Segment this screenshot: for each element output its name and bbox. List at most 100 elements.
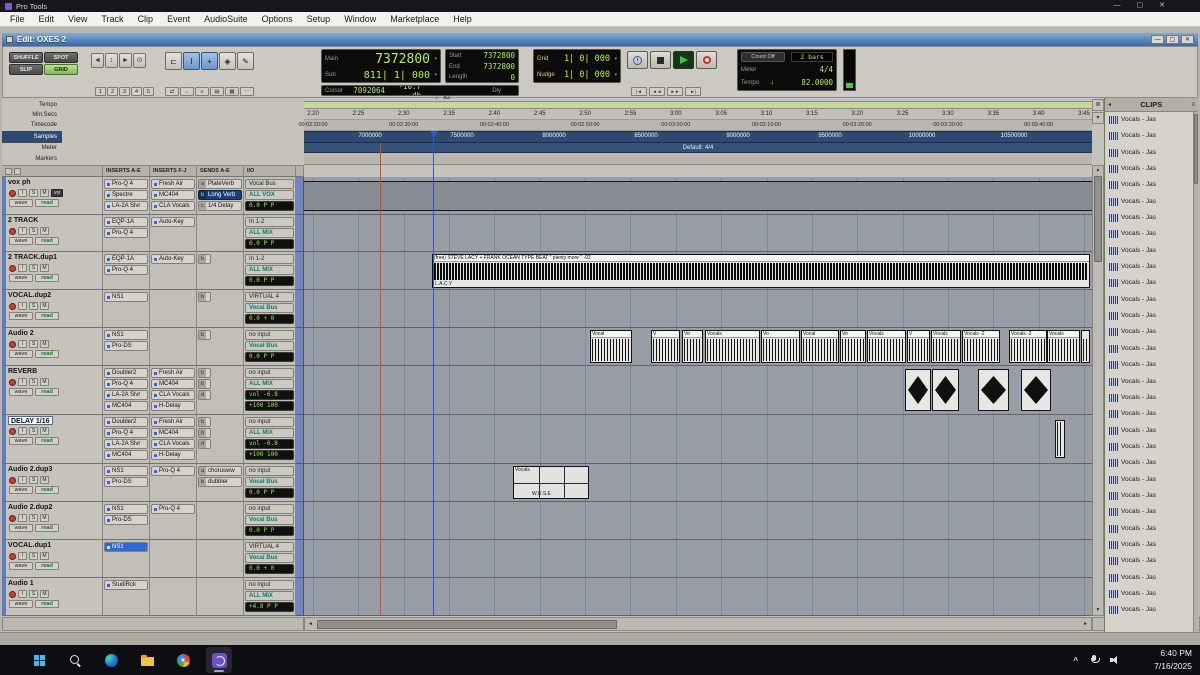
clip-vocal[interactable]: Vocals [931,330,961,363]
zoom-preset-5[interactable]: 5 [143,87,154,96]
online-button[interactable] [627,51,648,69]
edit-option-button-3[interactable]: ≡ [195,87,209,96]
edit-close-button[interactable]: ✕ [1181,35,1194,44]
tracklist-menu-icon[interactable] [5,168,12,175]
automation-mode-button[interactable]: read [35,600,59,608]
grid-label[interactable]: Grid [537,56,563,62]
input-monitor-button[interactable]: I [18,264,27,272]
track-view-selector[interactable]: wave [9,388,33,396]
chrome-button[interactable] [170,647,196,673]
clips-list-item[interactable]: Vocals - Jas [1105,324,1193,340]
menu-setup[interactable]: Setup [300,14,338,24]
input-monitor-button[interactable]: I [18,302,27,310]
mute-button[interactable]: M [40,264,49,272]
insert-cla-vocals[interactable]: CLA Vocals [151,439,195,449]
horizontal-scrollbar[interactable]: ◄ ► [304,617,1092,631]
spot-mode-button[interactable]: SPOT [44,52,78,63]
insert-pro-q-4[interactable]: Pro-Q 4 [104,379,148,389]
input-monitor-button[interactable]: I [18,227,27,235]
automation-mode-button[interactable]: read [35,437,59,445]
minsecs-ruler[interactable] [304,110,1092,120]
close-button[interactable]: ✕ [1159,0,1165,12]
edit-option-button-5[interactable]: ▦ [225,87,239,96]
clips-list-item[interactable]: Vocals - Jas [1105,390,1193,406]
io-input-path[interactable]: VIRTUAL 4 [245,292,294,302]
clip-reverb[interactable] [978,369,1009,411]
mute-button[interactable]: M [40,378,49,386]
zoom-vertical-icon[interactable]: ↕ [105,53,118,68]
tempo-change-marker[interactable]: ♩ 82 [435,94,451,101]
clips-list-item[interactable]: Vocals - Jas [1105,406,1193,422]
clips-list-item[interactable]: Vocals - Jas [1105,357,1193,373]
io-output-path[interactable]: Vocal Bus [245,515,294,525]
meter-value[interactable]: 4/4 [767,65,833,74]
insert-pro-q-4[interactable]: Pro-Q 4 [104,179,148,189]
track-header-vocal-dup1[interactable]: VOCAL.dup1 I S Mwave read [2,540,103,578]
solo-button[interactable]: S [29,427,38,435]
insert-mc404[interactable]: MC404 [151,379,195,389]
insert-pro-q-4[interactable]: Pro-Q 4 [104,265,148,275]
clip-vocal[interactable]: Vocals [705,330,760,363]
scroll-down-icon[interactable]: ▼ [1093,606,1103,615]
insert-pro-ds[interactable]: Pro-DS [104,515,148,525]
clips-list-item[interactable]: Vocals - Jas [1105,259,1193,275]
count-off-button[interactable]: Count Off [741,51,785,62]
ruler-view-button[interactable]: ≣ [1092,99,1104,111]
send-dubbler[interactable]: b dubbler [198,477,242,487]
input-monitor-button[interactable]: I [18,552,27,560]
io-output-path[interactable]: ALL MIX [245,379,294,389]
insert-pro-ds[interactable]: Pro-DS [104,341,148,351]
samples-ruler[interactable] [304,131,1092,143]
io-input-path[interactable]: no input [245,417,294,427]
solo-button[interactable]: S [29,189,38,197]
ruler-label-timecode[interactable]: Timecode [2,120,62,131]
length-value[interactable]: 0 [475,73,515,82]
send-long-verb[interactable]: b Long Verb [198,190,242,200]
send-chorusww[interactable]: a chorusww [198,466,242,476]
clip-delay[interactable] [1055,420,1065,458]
io-volume[interactable]: 0.0 P P [245,352,294,362]
io-volume[interactable]: vol -6.8 [245,390,294,400]
insert-mc404[interactable]: MC404 [104,450,148,460]
clips-list-item[interactable]: Vocals - Jas [1105,455,1193,471]
clips-list-item[interactable]: Vocals - Jas [1105,472,1193,488]
automation-mode-button[interactable]: read [35,388,59,396]
pro-tools-taskbar-button[interactable] [206,647,232,673]
clips-list-item[interactable]: Vocals - Jas [1105,570,1193,586]
input-monitor-button[interactable]: I [18,378,27,386]
io-output-path[interactable]: Vocal Bus [245,303,294,313]
volume-readout[interactable]: vol [51,189,64,197]
clip-beat[interactable]: (free) STEVE LACY + FRANK OCEAN TYPE BEA… [432,254,1090,288]
clip-vocal[interactable]: Vocals [1047,330,1080,363]
clip-reverb[interactable] [1021,369,1051,411]
menu-edit[interactable]: Edit [32,14,62,24]
selector-tool-icon[interactable]: I [183,52,200,70]
clips-list-item[interactable]: Vocals - Jas [1105,602,1193,618]
track-header-2-track[interactable]: 2 TRACK I S Mwave read [2,215,103,252]
clips-list-item[interactable]: Vocals - Jas [1105,177,1193,193]
edge-button[interactable] [98,647,124,673]
solo-button[interactable]: S [29,476,38,484]
clip-vocal[interactable]: Vocal [801,330,839,363]
zoom-preset-2[interactable]: 2 [107,87,118,96]
insert-eqp-1a[interactable]: EQP-1A [104,217,148,227]
search-button[interactable] [62,647,88,673]
insert-doubler2[interactable]: Doubler2 [104,368,148,378]
insert-doubler2[interactable]: Doubler2 [104,417,148,427]
edit-minimize-button[interactable]: — [1151,35,1164,44]
edit-window-titlebar[interactable]: Edit: OXES 2 — ▢ ✕ [2,33,1198,46]
sub-counter-menu-icon[interactable]: ▾ [430,72,437,78]
zoom-out-icon[interactable]: ◄ [91,53,104,68]
record-enable-button[interactable] [9,514,16,522]
record-enable-button[interactable] [9,590,16,598]
clips-list-item[interactable]: Vocals - Jas [1105,488,1193,504]
clip-vocal[interactable]: Vo [840,330,866,363]
send-slot-b[interactable]: b [198,417,211,427]
record-button[interactable] [696,51,717,69]
io-output-path[interactable]: ALL MIX [245,228,294,238]
track-name[interactable]: REVERB [8,367,100,376]
track-view-selector[interactable]: wave [9,274,33,282]
io-input-path[interactable]: no input [245,466,294,476]
io-output-path[interactable]: ALL MIX [245,265,294,275]
edit-option-button-1[interactable]: ⇄ [165,87,179,96]
